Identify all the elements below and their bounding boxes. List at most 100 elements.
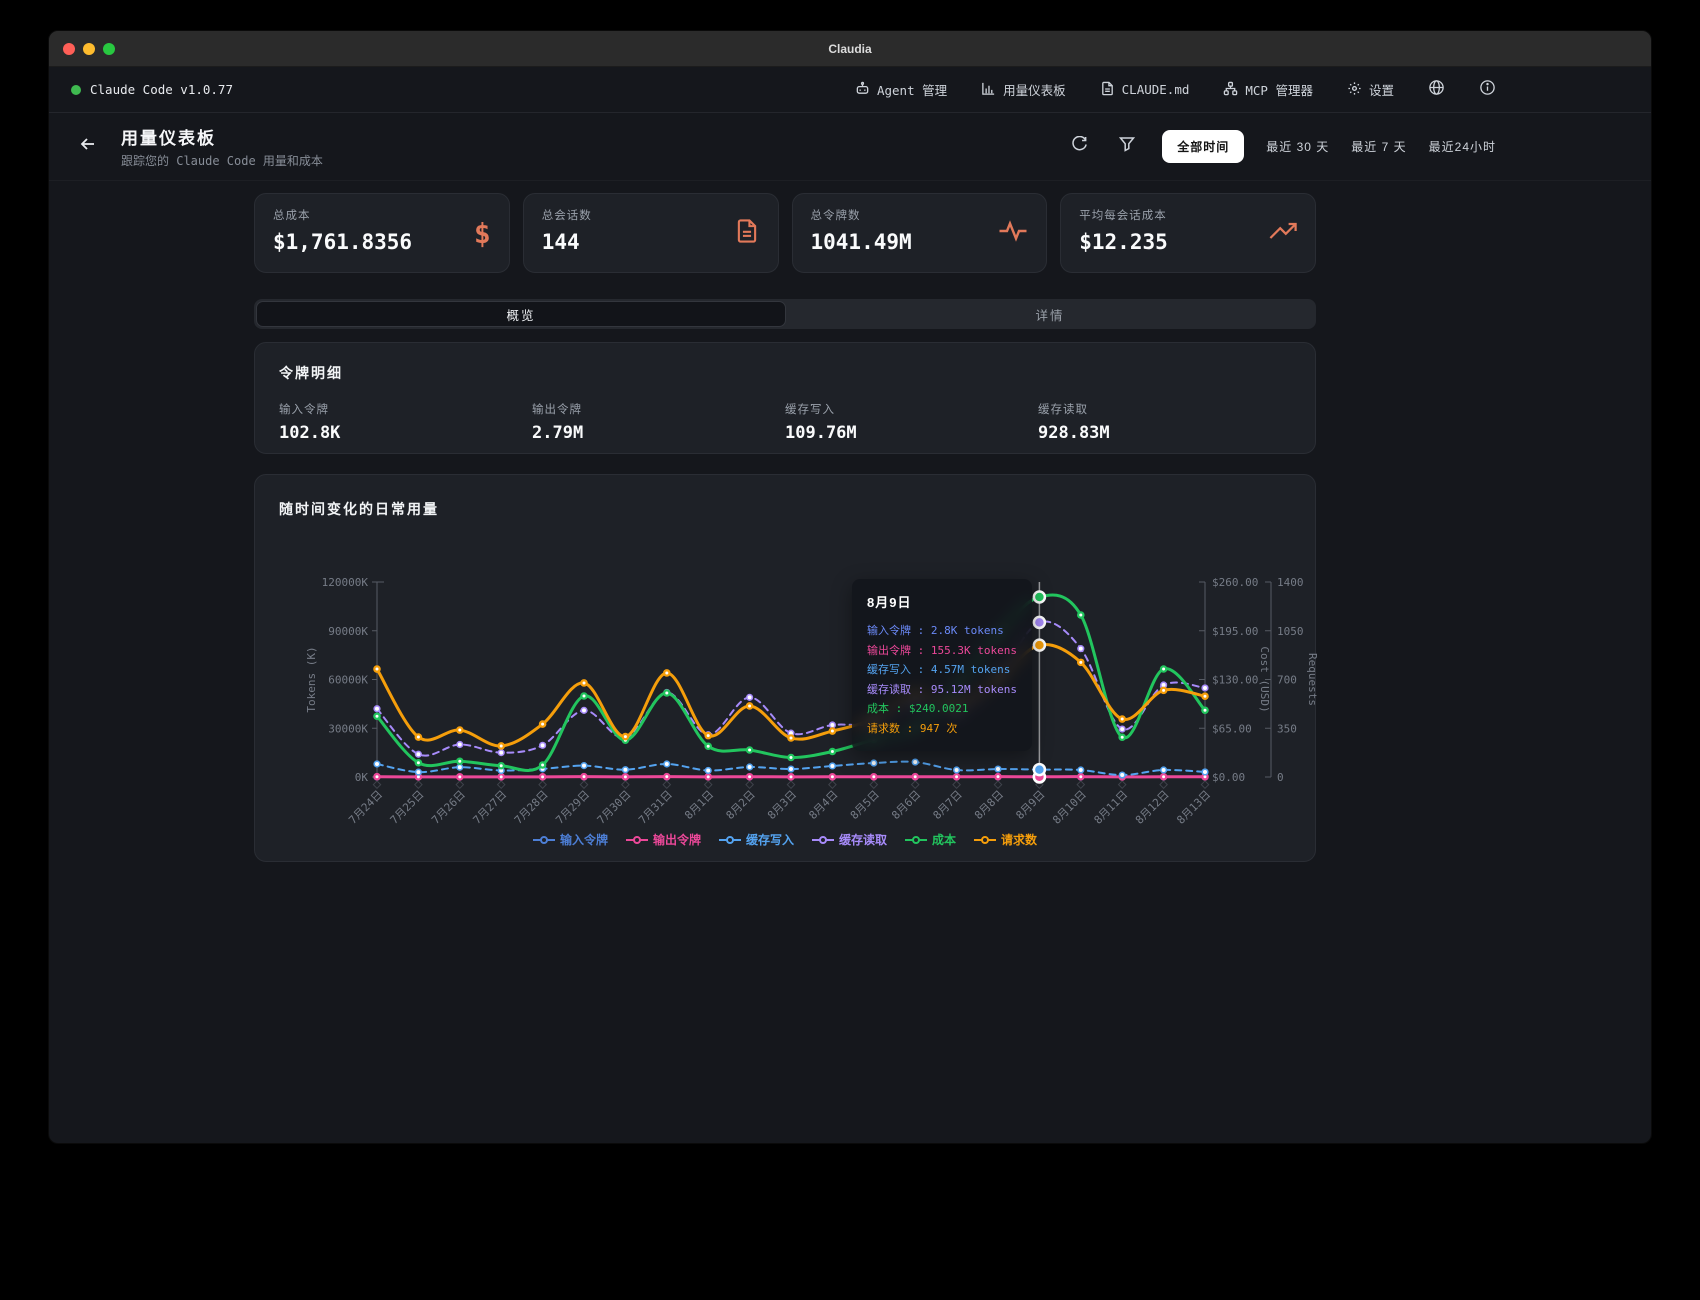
back-button[interactable]: [71, 130, 105, 164]
tooltip-row: 输入令牌 : 2.8K tokens: [867, 621, 1017, 641]
stat-value: $12.235: [1079, 230, 1168, 254]
page-subtitle: 跟踪您的 Claude Code 用量和成本: [121, 152, 323, 169]
svg-text:7月24日: 7月24日: [346, 788, 385, 827]
legend-item-input-tokens[interactable]: 输入令牌: [533, 831, 608, 848]
nav-item-settings[interactable]: 设置: [1347, 80, 1394, 99]
app-version-label: Claude Code v1.0.77: [90, 82, 233, 97]
svg-text:8月7日: 8月7日: [931, 788, 965, 822]
window-title: Claudia: [49, 42, 1651, 56]
nav-item-usage-dashboard[interactable]: 用量仪表板: [981, 80, 1066, 99]
time-filter-all-time[interactable]: 全部时间: [1162, 130, 1244, 163]
view-tabs: 概览 详情: [254, 299, 1316, 329]
tooltip-row: 成本 : $240.0021: [867, 699, 1017, 719]
activity-icon: [998, 218, 1028, 249]
svg-text:90000K: 90000K: [328, 625, 368, 638]
language-globe-button[interactable]: [1428, 79, 1445, 101]
trending-up-icon: [1269, 219, 1297, 248]
page-header: 用量仪表板 跟踪您的 Claude Code 用量和成本 全部时间 最近 30 …: [49, 113, 1651, 181]
time-filter-7-days[interactable]: 最近 7 天: [1351, 138, 1406, 155]
page-title: 用量仪表板: [121, 124, 323, 149]
arrow-left-icon: [79, 135, 97, 158]
nav-item-claude-md[interactable]: CLAUDE.md: [1100, 81, 1190, 99]
svg-text:8月12日: 8月12日: [1133, 788, 1172, 827]
titlebar: Claudia: [49, 31, 1651, 67]
refresh-icon: [1071, 136, 1088, 158]
refresh-button[interactable]: [1066, 134, 1092, 160]
svg-text:8月1日: 8月1日: [682, 788, 716, 822]
bar-chart-icon: [981, 81, 996, 99]
tab-details[interactable]: 详情: [786, 301, 1314, 327]
legend-item-requests[interactable]: 请求数: [974, 831, 1037, 848]
svg-text:120000K: 120000K: [322, 576, 369, 589]
globe-icon: [1428, 79, 1445, 101]
nav-item-agents[interactable]: Agent 管理: [855, 80, 947, 99]
svg-text:7月26日: 7月26日: [429, 788, 468, 827]
nav-menu: Agent 管理 用量仪表板 CLAUDE.md MCP 管理器 设置: [855, 79, 1496, 101]
svg-text:$65.00: $65.00: [1212, 722, 1252, 735]
svg-text:7月29日: 7月29日: [553, 788, 592, 827]
svg-text:Requests: Requests: [1306, 653, 1317, 706]
nav-item-mcp-manager[interactable]: MCP 管理器: [1223, 80, 1313, 99]
tab-overview[interactable]: 概览: [256, 301, 786, 327]
svg-text:8月4日: 8月4日: [806, 788, 840, 822]
svg-text:$195.00: $195.00: [1212, 625, 1258, 638]
legend-item-cost[interactable]: 成本: [905, 831, 956, 848]
svg-text:$260.00: $260.00: [1212, 576, 1258, 589]
tooltip-row: 缓存读取 : 95.12M tokens: [867, 680, 1017, 700]
filter-button[interactable]: [1114, 134, 1140, 160]
dollar-icon: $: [474, 217, 491, 250]
svg-text:30000K: 30000K: [328, 722, 368, 735]
stat-card-avg-cost-per-session: 平均每会话成本 $12.235: [1060, 193, 1316, 273]
svg-text:350: 350: [1277, 722, 1297, 735]
svg-text:7月25日: 7月25日: [388, 788, 427, 827]
filter-icon: [1119, 136, 1135, 157]
bot-icon: [855, 81, 870, 99]
cache-read-hover-point: [1034, 617, 1045, 628]
daily-usage-chart[interactable]: 0K30000K60000K90000K120000KTokens (K)$0.…: [255, 475, 1317, 837]
svg-text:0: 0: [1277, 771, 1284, 784]
legend-item-cache-read[interactable]: 缓存读取: [812, 831, 887, 848]
legend-item-cache-write[interactable]: 缓存写入: [719, 831, 794, 848]
svg-text:1050: 1050: [1277, 625, 1304, 638]
requests-hover-point: [1034, 640, 1045, 651]
svg-text:8月8日: 8月8日: [972, 788, 1006, 822]
app-window: Claudia Claude Code v1.0.77 Agent 管理 用量仪…: [48, 30, 1652, 1144]
time-filter-30-days[interactable]: 最近 30 天: [1266, 138, 1329, 155]
svg-text:8月2日: 8月2日: [724, 788, 758, 822]
output-tokens-series: [373, 773, 1209, 781]
token-breakdown-heading: 令牌明细: [279, 363, 1291, 383]
stat-value: 144: [542, 230, 592, 254]
chart-legend: 输入令牌 输出令牌 缓存写入 缓存读取 成本 请求数: [255, 831, 1315, 848]
gear-icon: [1347, 81, 1362, 99]
cost-hover-point: [1034, 591, 1045, 602]
svg-text:8月3日: 8月3日: [765, 788, 799, 822]
tooltip-row: 输出令牌 : 155.3K tokens: [867, 641, 1017, 661]
info-button[interactable]: [1479, 79, 1496, 101]
svg-text:7月27日: 7月27日: [471, 788, 510, 827]
network-icon: [1223, 81, 1238, 99]
svg-text:7月28日: 7月28日: [512, 788, 551, 827]
svg-text:8月6日: 8月6日: [889, 788, 923, 822]
svg-text:1400: 1400: [1277, 576, 1304, 589]
svg-text:0K: 0K: [355, 771, 369, 784]
token-stat-cache-read: 缓存读取 928.83M: [1038, 401, 1291, 443]
svg-text:700: 700: [1277, 674, 1297, 687]
legend-item-output-tokens[interactable]: 输出令牌: [626, 831, 701, 848]
stat-card-total-cost: 总成本 $1,761.8356 $: [254, 193, 510, 273]
stat-label: 总令牌数: [811, 207, 912, 223]
navbar: Claude Code v1.0.77 Agent 管理 用量仪表板 CLAUD…: [49, 67, 1651, 113]
svg-text:60000K: 60000K: [328, 674, 368, 687]
stats-row: 总成本 $1,761.8356 $ 总会话数 144 总令牌数 1041.49M…: [254, 193, 1316, 273]
svg-text:8月5日: 8月5日: [848, 788, 882, 822]
stat-card-total-tokens: 总令牌数 1041.49M: [792, 193, 1048, 273]
tooltip-date: 8月9日: [867, 592, 1017, 611]
stat-card-total-sessions: 总会话数 144: [523, 193, 779, 273]
token-stat-output: 输出令牌 2.79M: [532, 401, 785, 443]
document-icon: [734, 217, 760, 250]
time-filter-24-hours[interactable]: 最近24小时: [1429, 138, 1496, 155]
svg-text:8月10日: 8月10日: [1050, 788, 1089, 827]
stat-value: $1,761.8356: [273, 230, 412, 254]
info-icon: [1479, 79, 1496, 101]
token-stat-input: 输入令牌 102.8K: [279, 401, 532, 443]
app-status: Claude Code v1.0.77: [71, 82, 233, 97]
